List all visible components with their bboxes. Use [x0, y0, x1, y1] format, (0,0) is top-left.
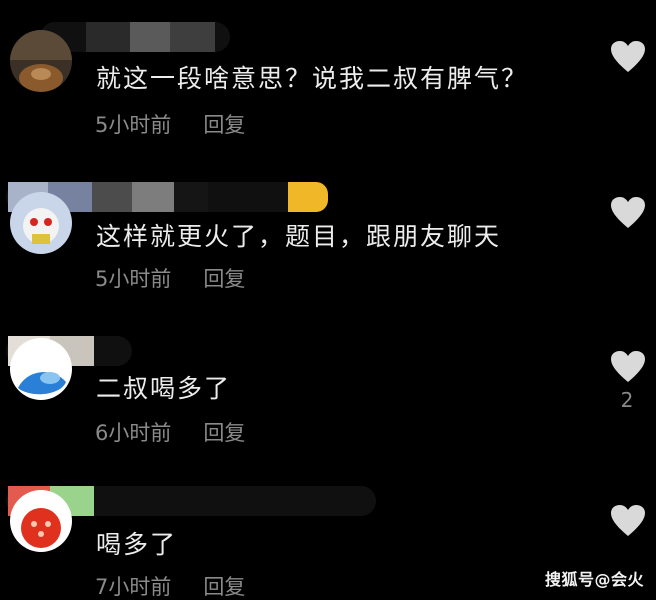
watermark: 搜狐号@会火 [544, 570, 644, 589]
comment-meta: 6小时前 回复 [95, 420, 245, 446]
heart-icon [611, 505, 645, 536]
avatar-image [18, 372, 66, 395]
avatar[interactable] [10, 338, 72, 400]
comment-item: 就这一段啥意思？说我二叔有脾气？ 5小时前 回复 [0, 0, 656, 150]
reply-button[interactable]: 回复 [203, 421, 245, 445]
avatar[interactable] [10, 30, 72, 92]
avatar-image [10, 30, 72, 92]
comment-meta: 5小时前 回复 [95, 112, 245, 138]
like-count: 2 [620, 388, 634, 412]
comment-meta: 7小时前 回复 [95, 574, 245, 600]
comment-time: 5小时前 [95, 267, 172, 291]
comment-item: 二叔喝多了 6小时前 回复 2 [0, 326, 656, 460]
avatar-image [21, 508, 61, 548]
heart-icon [611, 351, 645, 382]
reply-button[interactable]: 回复 [203, 113, 245, 137]
comment-time: 6小时前 [95, 421, 172, 445]
like-button[interactable] [610, 504, 646, 538]
comment-time: 5小时前 [95, 113, 172, 137]
comment-item: 这样就更火了，题目，跟朋友聊天 5小时前 回复 [0, 170, 656, 310]
comment-meta: 5小时前 回复 [95, 266, 245, 292]
heart-icon [611, 41, 645, 72]
like-button[interactable] [610, 350, 646, 384]
like-button[interactable] [610, 196, 646, 230]
like-button[interactable] [610, 40, 646, 74]
comment-text: 二叔喝多了 [96, 374, 232, 403]
comment-text: 这样就更火了，题目，跟朋友聊天 [96, 222, 502, 251]
heart-icon [611, 197, 645, 228]
avatar-image [23, 208, 59, 244]
comment-time: 7小时前 [95, 575, 172, 599]
avatar[interactable] [10, 490, 72, 552]
comment-text: 就这一段啥意思？说我二叔有脾气？ [96, 64, 529, 93]
reply-button[interactable]: 回复 [203, 575, 245, 599]
avatar[interactable] [10, 192, 72, 254]
comment-text: 喝多了 [96, 530, 178, 559]
reply-button[interactable]: 回复 [203, 267, 245, 291]
